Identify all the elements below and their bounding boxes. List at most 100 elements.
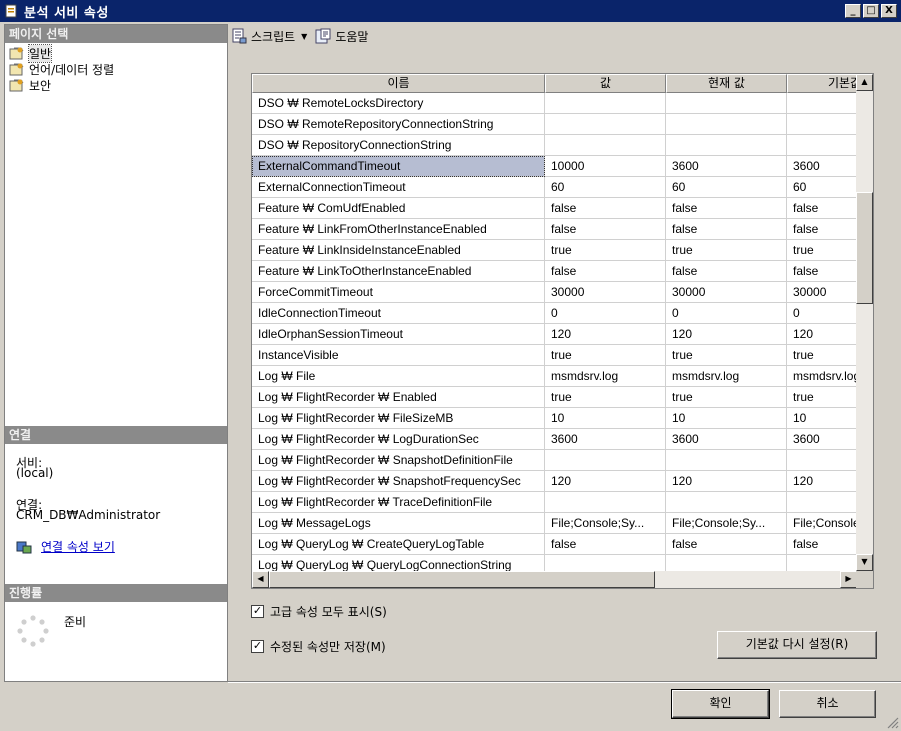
table-row[interactable]: Log ₩ FlightRecorder ₩ Enabled true true tr… (252, 387, 857, 408)
cancel-button[interactable]: 취소 (779, 690, 876, 718)
close-button[interactable]: X (881, 4, 897, 18)
cell-name: DSO ₩ RemoteLocksDirectory (252, 93, 545, 114)
scroll-left-icon[interactable]: ◀ (252, 571, 269, 588)
cell-current-value: 10 (666, 408, 787, 429)
table-row[interactable]: Log ₩ FlightRecorder ₩ SnapshotDefinitio… (252, 450, 857, 471)
cell-value[interactable] (545, 492, 666, 513)
resize-grip-icon[interactable] (885, 715, 899, 729)
cell-current-value: 3600 (666, 156, 787, 177)
table-row[interactable]: InstanceVisible true true true (252, 345, 857, 366)
table-row[interactable]: Log ₩ FlightRecorder ₩ LogDurationSec 360… (252, 429, 857, 450)
view-connection-properties-link[interactable]: 연결 속성 보기 (41, 538, 115, 555)
save-modified-checkbox[interactable]: ✓ (251, 640, 264, 653)
cell-name: Log ₩ MessageLogs (252, 513, 545, 534)
column-header-value[interactable]: 값 (545, 74, 666, 93)
cell-value[interactable]: false (545, 261, 666, 282)
minimize-button[interactable]: _ (845, 4, 861, 18)
cell-current-value: 3600 (666, 429, 787, 450)
cell-name: Log ₩ FlightRecorder ₩ SnapshotDefinitio… (252, 450, 545, 471)
cell-value[interactable]: false (545, 534, 666, 555)
cell-value[interactable]: 10000 (545, 156, 666, 177)
vertical-scroll-thumb[interactable] (856, 192, 873, 304)
cell-default-value (787, 93, 857, 114)
cell-value[interactable]: true (545, 345, 666, 366)
table-row[interactable]: Feature ₩ ComUdfEnabled false false false (252, 198, 857, 219)
cell-current-value (666, 114, 787, 135)
cell-name: ExternalCommandTimeout (252, 156, 545, 177)
table-row[interactable]: Log ₩ FlightRecorder ₩ SnapshotFrequency… (252, 471, 857, 492)
show-advanced-option[interactable]: ✓ 고급 속성 모두 표시(S) (251, 603, 387, 620)
table-row[interactable]: Feature ₩ LinkInsideInstanceEnabled true t… (252, 240, 857, 261)
cell-current-value: 120 (666, 324, 787, 345)
cell-value[interactable]: false (545, 198, 666, 219)
cell-name: IdleConnectionTimeout (252, 303, 545, 324)
cell-value[interactable]: false (545, 219, 666, 240)
cell-default-value: false (787, 198, 857, 219)
cell-value[interactable] (545, 114, 666, 135)
table-row[interactable]: Log ₩ MessageLogs File;Console;Sy... File;… (252, 513, 857, 534)
cell-current-value (666, 492, 787, 513)
cell-value[interactable]: 30000 (545, 282, 666, 303)
horizontal-scrollbar[interactable]: ◀ ▶ (252, 571, 857, 588)
table-row[interactable]: Log ₩ File msmdsrv.log msmdsrv.log msmdsrv.… (252, 366, 857, 387)
progress-header: 진행률 (5, 584, 227, 602)
help-button[interactable]: 도움말 (315, 28, 368, 45)
cell-value[interactable]: 0 (545, 303, 666, 324)
cell-value[interactable]: 120 (545, 471, 666, 492)
cell-value[interactable]: 3600 (545, 429, 666, 450)
page-item-collation[interactable]: 언어/데이터 정렬 (9, 61, 114, 77)
scroll-right-icon[interactable]: ▶ (840, 571, 857, 588)
table-row[interactable]: Log ₩ FlightRecorder ₩ TraceDefinitionFi… (252, 492, 857, 513)
cell-name: Log ₩ FlightRecorder ₩ SnapshotFrequency… (252, 471, 545, 492)
cell-value[interactable]: File;Console;Sy... (545, 513, 666, 534)
cell-value[interactable]: true (545, 240, 666, 261)
page-item-general[interactable]: 일반 (9, 43, 53, 63)
reset-defaults-button[interactable]: 기본값 다시 설정(R) (717, 631, 877, 659)
cell-name: ExternalConnectionTimeout (252, 177, 545, 198)
cell-default-value (787, 450, 857, 471)
property-page-icon (9, 63, 24, 76)
app-icon (5, 4, 17, 18)
scroll-down-icon[interactable]: ▼ (856, 554, 873, 571)
table-row[interactable]: IdleOrphanSessionTimeout 120 120 120 (252, 324, 857, 345)
maximize-button[interactable]: □ (863, 4, 879, 18)
page-item-security[interactable]: 보안 (9, 77, 51, 93)
save-modified-option[interactable]: ✓ 수정된 속성만 저장(M) (251, 638, 386, 655)
table-row[interactable]: ForceCommitTimeout 30000 30000 30000 (252, 282, 857, 303)
table-row[interactable]: Log ₩ QueryLog ₩ CreateQueryLogTable fals… (252, 534, 857, 555)
show-advanced-label: 고급 속성 모두 표시(S) (270, 605, 387, 619)
cell-value[interactable] (545, 135, 666, 156)
cell-current-value: false (666, 219, 787, 240)
vertical-scrollbar[interactable]: ▲ ▼ (856, 74, 873, 571)
cell-value[interactable]: true (545, 387, 666, 408)
show-advanced-checkbox[interactable]: ✓ (251, 605, 264, 618)
script-button[interactable]: 스크립트 ▼ (231, 28, 307, 45)
table-row[interactable]: DSO ₩ RepositoryConnectionString (252, 135, 857, 156)
column-header-default-value[interactable]: 기본값 (787, 74, 857, 93)
cell-value[interactable] (545, 93, 666, 114)
table-row[interactable]: DSO ₩ RemoteLocksDirectory (252, 93, 857, 114)
table-row[interactable]: ExternalConnectionTimeout 60 60 60 (252, 177, 857, 198)
cell-current-value (666, 450, 787, 471)
horizontal-scroll-thumb[interactable] (269, 571, 655, 588)
cell-default-value: false (787, 261, 857, 282)
table-row[interactable]: Feature ₩ LinkFromOtherInstanceEnabled fa… (252, 219, 857, 240)
ok-button[interactable]: 확인 (671, 689, 770, 719)
table-row[interactable]: Feature ₩ LinkToOtherInstanceEnabled fals… (252, 261, 857, 282)
cell-value[interactable]: 10 (545, 408, 666, 429)
cell-value[interactable]: 60 (545, 177, 666, 198)
column-header-name[interactable]: 이름 (252, 74, 545, 93)
property-grid[interactable]: 이름 값 현재 값 기본값 DSO ₩ RemoteLocksDirectory… (251, 73, 874, 589)
cell-value[interactable]: 120 (545, 324, 666, 345)
cell-value[interactable] (545, 450, 666, 471)
view-connection-properties[interactable]: 연결 속성 보기 (16, 538, 115, 555)
table-row[interactable]: DSO ₩ RemoteRepositoryConnectionString (252, 114, 857, 135)
table-row[interactable]: Log ₩ FlightRecorder ₩ FileSizeMB 10 10 10 (252, 408, 857, 429)
cell-default-value: 120 (787, 324, 857, 345)
table-row[interactable]: ExternalCommandTimeout 10000 3600 3600 (252, 156, 857, 177)
table-row[interactable]: IdleConnectionTimeout 0 0 0 (252, 303, 857, 324)
cell-name: ForceCommitTimeout (252, 282, 545, 303)
cell-value[interactable]: msmdsrv.log (545, 366, 666, 387)
scroll-up-icon[interactable]: ▲ (856, 74, 873, 91)
column-header-current-value[interactable]: 현재 값 (666, 74, 787, 93)
